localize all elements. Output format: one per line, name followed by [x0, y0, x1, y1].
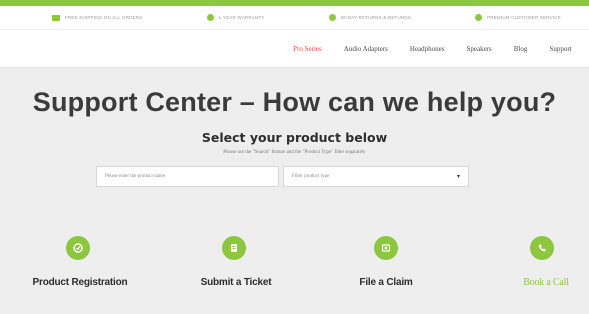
benefit-warranty: 1-YEAR WARRANTY	[206, 14, 265, 21]
chevron-down-icon: ▾	[456, 174, 460, 180]
nav-item-support[interactable]: Support	[549, 45, 571, 53]
shield-icon	[206, 14, 214, 21]
registration-icon	[66, 236, 90, 260]
card-submit-ticket[interactable]: Submit a Ticket	[186, 236, 286, 288]
nav-item-speakers[interactable]: Speakers	[467, 45, 492, 53]
page-title: Support Center – How can we help you?	[32, 87, 557, 117]
return-icon	[328, 14, 336, 21]
product-search-row: Please enter the product name Filter pro…	[0, 166, 589, 187]
benefit-service: PREMIUM CUSTOMER SERVICE	[475, 14, 561, 21]
benefit-shipping: FREE SHIPPING ON ALL ORDERS	[52, 14, 143, 21]
benefit-label: PREMIUM CUSTOMER SERVICE	[487, 15, 561, 20]
benefit-returns: 30-DAY RETURNS & REFUNDS	[328, 14, 412, 21]
nav-list: Pro Series Audio Adapters Headphones Spe…	[271, 45, 589, 53]
search-instructions: Please use the "Search" feature and the …	[223, 150, 366, 155]
card-label: Submit a Ticket	[200, 277, 272, 288]
nav-item-audio-adapters[interactable]: Audio Adapters	[344, 45, 388, 53]
nav-item-blog[interactable]: Blog	[514, 45, 528, 53]
phone-icon	[530, 236, 554, 260]
ticket-icon	[222, 236, 246, 260]
nav-item-pro-series[interactable]: Pro Series	[293, 45, 322, 53]
benefit-label: FREE SHIPPING ON ALL ORDERS	[65, 15, 143, 20]
product-name-placeholder: Please enter the product name	[105, 174, 165, 179]
claim-icon	[374, 236, 398, 260]
nav-item-headphones[interactable]: Headphones	[410, 45, 445, 53]
benefit-label: 30-DAY RETURNS & REFUNDS	[340, 15, 412, 20]
benefits-bar: FREE SHIPPING ON ALL ORDERS 1-YEAR WARRA…	[0, 6, 589, 30]
card-label: Book a Call	[523, 277, 569, 288]
benefit-label: 1-YEAR WARRANTY	[218, 15, 265, 20]
product-type-value: Filter product type	[292, 174, 330, 179]
support-options: Product Registration Submit a Ticket Fil…	[0, 236, 589, 296]
product-name-input[interactable]: Please enter the product name	[96, 166, 279, 187]
card-label: Product Registration	[32, 277, 128, 288]
truck-icon	[52, 14, 60, 21]
card-product-registration[interactable]: Product Registration	[20, 236, 140, 288]
hero-section: Support Center – How can we help you? Se…	[0, 87, 589, 187]
main-nav: Pro Series Audio Adapters Headphones Spe…	[0, 30, 589, 68]
card-label: File a Claim	[359, 277, 413, 288]
product-select-heading: Select your product below	[201, 130, 388, 145]
headset-icon	[475, 14, 483, 21]
card-file-claim[interactable]: File a Claim	[346, 236, 426, 288]
product-type-select[interactable]: Filter product type ▾	[283, 166, 469, 187]
card-book-call[interactable]: Book a Call	[508, 236, 584, 288]
